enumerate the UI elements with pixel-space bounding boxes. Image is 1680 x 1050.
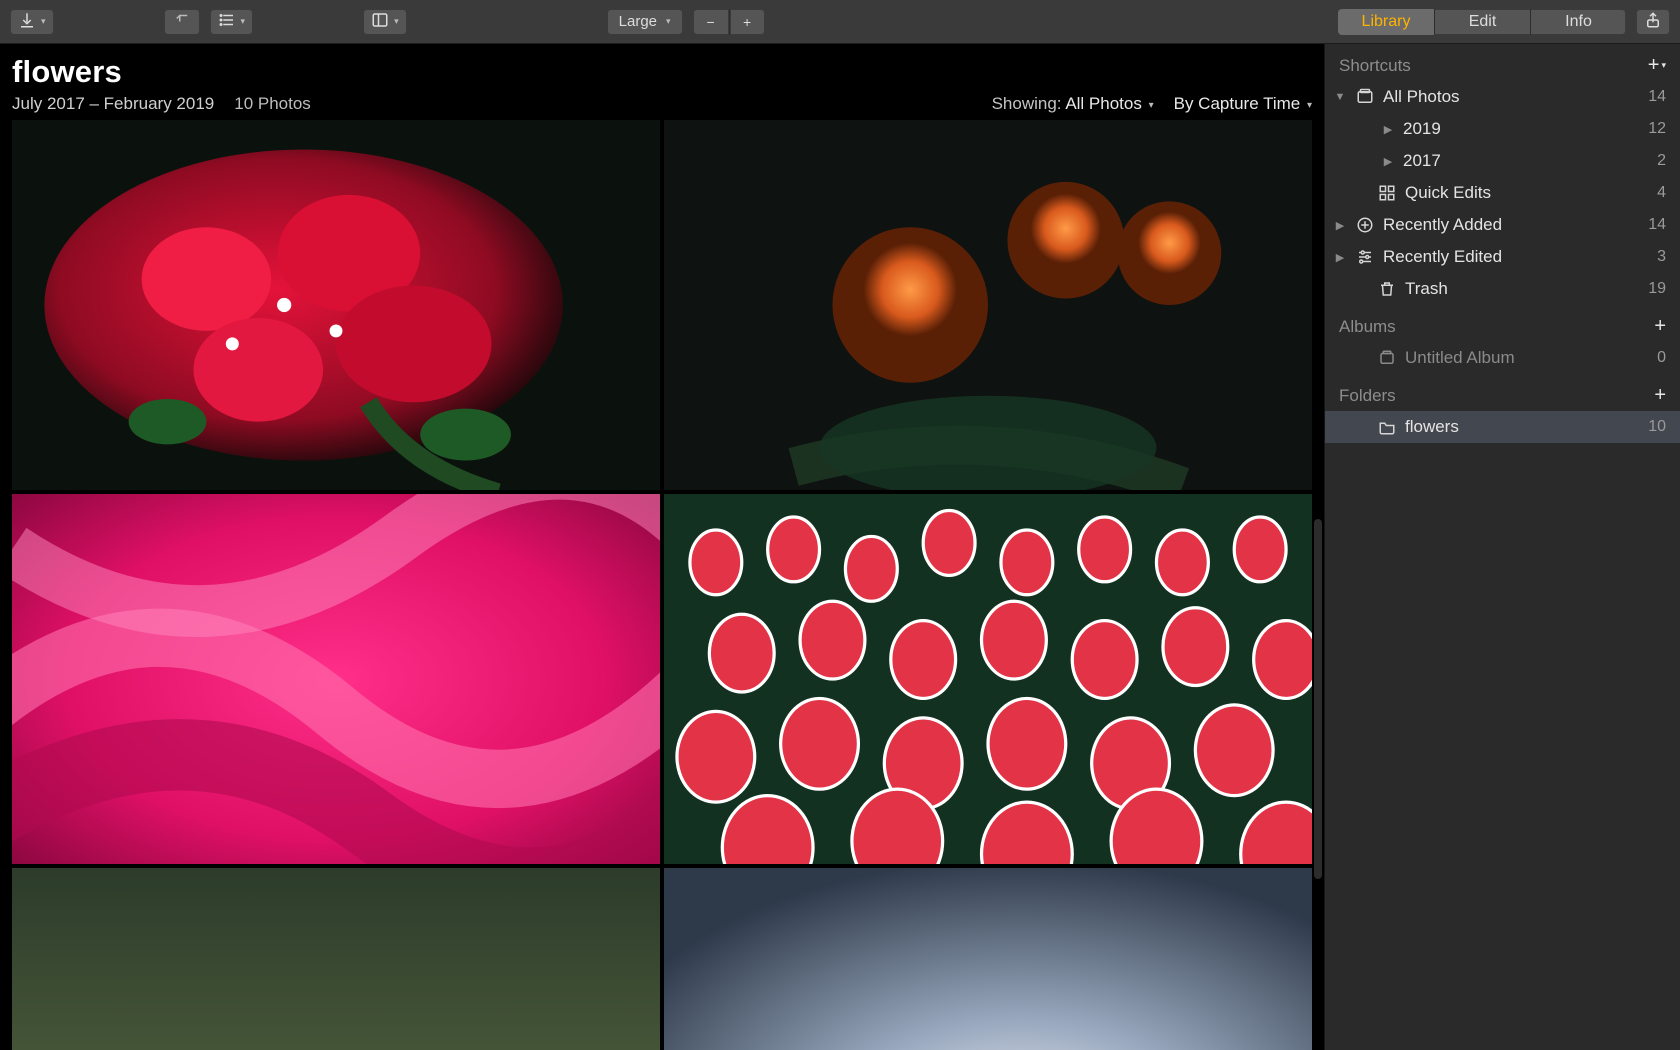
thumbnail[interactable]: [664, 120, 1312, 490]
photo-count: 10 Photos: [234, 94, 311, 114]
sidebar-section-shortcuts: Shortcuts +▾: [1325, 44, 1680, 81]
list-icon: [218, 11, 236, 32]
thumbnail-size-label: Large: [619, 13, 661, 30]
chevron-down-icon: ▾: [1307, 100, 1312, 111]
chevron-down-icon: ▾: [41, 16, 46, 27]
minus-icon: −: [707, 14, 715, 30]
add-shortcut-button[interactable]: +▾: [1648, 54, 1666, 77]
photos-icon: [1355, 88, 1375, 106]
collection-title: flowers: [12, 54, 1312, 90]
thumbnail-size-select[interactable]: Large ▾: [607, 9, 683, 35]
disclosure-closed-icon[interactable]: ▶: [1381, 155, 1395, 168]
sidebar-item-2017[interactable]: ▶ 2017 2: [1325, 145, 1680, 177]
chevron-down-icon: ▾: [666, 16, 671, 27]
thumbnail[interactable]: [12, 494, 660, 864]
disclosure-closed-icon[interactable]: ▶: [1381, 123, 1395, 136]
sidebar-item-all-photos[interactable]: ▼ All Photos 14: [1325, 81, 1680, 113]
sidebar-item-2019[interactable]: ▶ 2019 12: [1325, 113, 1680, 145]
sort-dropdown[interactable]: By Capture Time ▾: [1174, 94, 1312, 114]
thumbnail[interactable]: [664, 494, 1312, 864]
sidebar-layout-icon: [371, 11, 389, 32]
folder-icon: [1377, 418, 1397, 436]
content-header: flowers July 2017 – February 2019 10 Pho…: [0, 44, 1324, 120]
thumbnail[interactable]: [12, 868, 660, 1050]
disclosure-open-icon[interactable]: ▼: [1333, 91, 1347, 103]
sidebar-section-albums: Albums +: [1325, 305, 1680, 342]
list-options-button[interactable]: ▾: [210, 9, 254, 35]
tab-library[interactable]: Library: [1338, 9, 1434, 35]
plus-icon: +: [743, 14, 751, 30]
back-up-button[interactable]: [164, 9, 200, 35]
toolbar: ▾ ▾ ▾ Large ▾ − + Library Edit Info: [0, 0, 1680, 44]
share-button[interactable]: [1636, 9, 1670, 35]
sidebar-item-recently-edited[interactable]: ▶ Recently Edited 3: [1325, 241, 1680, 273]
add-folder-button[interactable]: +: [1654, 384, 1666, 407]
plus-icon: +: [1654, 315, 1666, 338]
add-album-button[interactable]: +: [1654, 315, 1666, 338]
sidebar-item-quick-edits[interactable]: Quick Edits 4: [1325, 177, 1680, 209]
chevron-down-icon: ▾: [1149, 100, 1154, 111]
plus-circle-icon: [1355, 216, 1375, 234]
disclosure-closed-icon[interactable]: ▶: [1333, 219, 1347, 232]
sidebar-item-trash[interactable]: Trash 19: [1325, 273, 1680, 305]
arrow-up-left-icon: [173, 11, 191, 32]
disclosure-closed-icon[interactable]: ▶: [1333, 251, 1347, 264]
panel-tabs: Library Edit Info: [1338, 9, 1626, 35]
import-button[interactable]: ▾: [10, 9, 54, 35]
sidebar-item-recently-added[interactable]: ▶ Recently Added 14: [1325, 209, 1680, 241]
thumbnail[interactable]: [12, 120, 660, 490]
layout-toggle-button[interactable]: ▾: [363, 9, 407, 35]
share-icon: [1644, 11, 1662, 32]
content-area: flowers July 2017 – February 2019 10 Pho…: [0, 44, 1324, 1050]
grid-icon: [1377, 184, 1397, 202]
album-icon: [1377, 349, 1397, 367]
trash-icon: [1377, 280, 1397, 298]
plus-icon: +: [1648, 54, 1660, 77]
download-icon: [18, 11, 36, 32]
showing-filter[interactable]: Showing: All Photos ▾: [992, 94, 1154, 114]
sidebar-section-folders: Folders +: [1325, 374, 1680, 411]
tab-info[interactable]: Info: [1530, 9, 1626, 35]
chevron-down-icon: ▾: [1661, 60, 1666, 71]
thumbnail-grid: [0, 120, 1324, 1050]
chevron-down-icon: ▾: [394, 16, 399, 27]
zoom-out-button[interactable]: −: [693, 9, 729, 35]
date-range: July 2017 – February 2019: [12, 94, 214, 114]
zoom-group: − +: [693, 9, 765, 35]
thumbnail[interactable]: [664, 868, 1312, 1050]
plus-icon: +: [1654, 384, 1666, 407]
sidebar: Shortcuts +▾ ▼ All Photos 14 ▶ 2019 12 ▶…: [1324, 44, 1680, 1050]
chevron-down-icon: ▾: [241, 16, 246, 27]
zoom-in-button[interactable]: +: [729, 9, 765, 35]
tab-edit[interactable]: Edit: [1434, 9, 1530, 35]
sidebar-item-flowers[interactable]: flowers 10: [1325, 411, 1680, 443]
sliders-icon: [1355, 248, 1375, 266]
scrollbar-vertical[interactable]: [1314, 519, 1322, 879]
sidebar-item-untitled-album[interactable]: Untitled Album 0: [1325, 342, 1680, 374]
